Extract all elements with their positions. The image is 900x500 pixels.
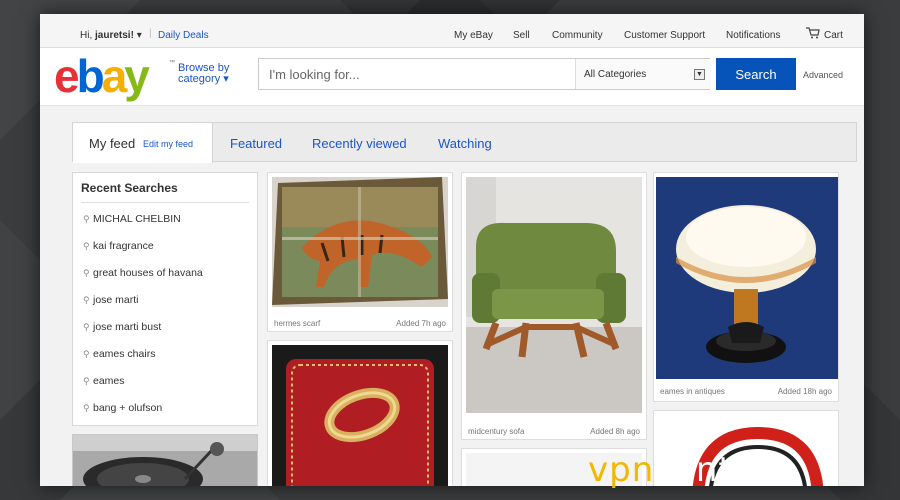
listing-caption: midcentury sofa <box>468 427 525 436</box>
cart-icon[interactable] <box>806 27 820 39</box>
tab-my-feed-label: My feed <box>89 136 136 151</box>
advanced-search-link[interactable]: Advanced <box>803 70 843 80</box>
recent-searches-panel: Recent Searches ⚲ MICHAL CHELBIN ⚲ kai fra… <box>72 172 258 426</box>
category-select[interactable]: All Categories ▼ <box>575 59 711 89</box>
nav-customer-support[interactable]: Customer Support <box>624 30 705 41</box>
recent-search-item[interactable]: ⚲ kai fragrance <box>83 240 154 252</box>
search-icon: ⚲ <box>83 376 90 386</box>
recent-search-item[interactable]: ⚲ MICHAL CHELBIN <box>83 213 181 225</box>
search-icon: ⚲ <box>83 349 90 359</box>
search-input[interactable] <box>259 59 575 89</box>
feed-tabs: My feed Edit my feed Featured Recently v… <box>72 122 857 163</box>
recent-search-label: bang + olufson <box>93 402 163 414</box>
listing-caption: eames in antiques <box>660 387 725 396</box>
top-bar: Hi, jauretsi! ▾ | Daily Deals My eBay Se… <box>40 14 864 48</box>
recent-search-label: eames <box>93 375 125 387</box>
listing-card-eames-lamp[interactable]: eames in antiques Added 18h ago <box>653 172 839 402</box>
recent-search-item[interactable]: ⚲ eames chairs <box>83 348 155 360</box>
search-icon: ⚲ <box>83 322 90 332</box>
username: jauretsi! <box>95 30 134 41</box>
recent-search-label: great houses of havana <box>93 267 203 279</box>
listing-image <box>656 177 838 379</box>
search-bar: All Categories ▼ <box>258 58 711 90</box>
watermark-part-2: central <box>654 450 781 490</box>
nav-my-ebay[interactable]: My eBay <box>454 30 493 41</box>
listing-added-time: Added 8h ago <box>590 427 640 436</box>
tab-my-feed[interactable]: My feed Edit my feed <box>73 123 213 163</box>
search-icon: ⚲ <box>83 214 90 224</box>
tab-featured[interactable]: Featured <box>230 136 282 151</box>
recent-search-item[interactable]: ⚲ jose marti bust <box>83 321 161 333</box>
recent-search-item[interactable]: ⚲ eames <box>83 375 125 387</box>
greeting-prefix: Hi, <box>80 30 93 41</box>
greeting[interactable]: Hi, jauretsi! ▾ <box>80 30 142 41</box>
listing-caption: hermes scarf <box>274 319 321 328</box>
listing-image <box>272 177 448 307</box>
search-icon: ⚲ <box>83 295 90 305</box>
recent-search-label: kai fragrance <box>93 240 154 252</box>
browse-by-category[interactable]: Browse by category ▾ <box>178 63 229 85</box>
recent-search-item[interactable]: ⚲ great houses of havana <box>83 267 203 279</box>
divider <box>81 202 249 203</box>
divider: | <box>149 28 152 39</box>
watermark-part-1: vpn <box>588 450 655 490</box>
browser-screen: Hi, jauretsi! ▾ | Daily Deals My eBay Se… <box>40 14 864 486</box>
listing-image <box>272 345 448 486</box>
search-button[interactable]: Search <box>716 58 796 90</box>
recent-search-label: MICHAL CHELBIN <box>93 213 181 225</box>
vpncentral-watermark: vpncentral <box>588 450 780 490</box>
listing-card-hermes-scarf[interactable]: hermes scarf Added 7h ago <box>267 172 453 332</box>
nav-community[interactable]: Community <box>552 30 603 41</box>
search-icon: ⚲ <box>83 268 90 278</box>
category-value: All Categories <box>584 69 647 80</box>
recent-search-item[interactable]: ⚲ bang + olufson <box>83 402 162 414</box>
armchair-photo <box>466 177 642 413</box>
daily-deals-link[interactable]: Daily Deals <box>158 30 209 41</box>
recent-search-label: jose marti <box>93 294 139 306</box>
ebay-logo[interactable]: ebay <box>54 52 150 100</box>
listing-card-midcentury-sofa[interactable]: midcentury sofa Added 8h ago <box>461 172 647 440</box>
tab-recently-viewed[interactable]: Recently viewed <box>312 136 407 151</box>
browse-line-2: category ▾ <box>178 73 229 85</box>
dropdown-arrow-icon: ▼ <box>694 69 705 80</box>
nav-cart[interactable]: Cart <box>824 30 843 41</box>
tab-watching[interactable]: Watching <box>438 136 492 151</box>
lamp-photo <box>656 177 838 379</box>
listing-image <box>466 177 642 413</box>
chevron-down-icon: ▾ <box>136 30 142 41</box>
nav-sell[interactable]: Sell <box>513 30 530 41</box>
search-icon: ⚲ <box>83 403 90 413</box>
listing-card-ring[interactable] <box>267 340 453 486</box>
tiger-scarf-photo <box>272 177 448 307</box>
recent-search-label: eames chairs <box>93 348 156 360</box>
edit-feed-link[interactable]: Edit my feed <box>143 139 193 149</box>
listing-added-time: Added 18h ago <box>777 387 832 396</box>
recent-search-item[interactable]: ⚲ jose marti <box>83 294 139 306</box>
listing-added-time: Added 7h ago <box>396 319 446 328</box>
trademark: ™ <box>169 60 175 66</box>
turntable-image[interactable] <box>72 434 258 486</box>
search-icon: ⚲ <box>83 241 90 251</box>
nav-notifications[interactable]: Notifications <box>726 30 780 41</box>
header: ebay ™ Browse by category ▾ All Categori… <box>40 48 864 106</box>
turntable-photo <box>73 435 257 486</box>
ring-photo <box>272 345 448 486</box>
recent-searches-title: Recent Searches <box>81 181 178 195</box>
recent-search-label: jose marti bust <box>93 321 162 333</box>
